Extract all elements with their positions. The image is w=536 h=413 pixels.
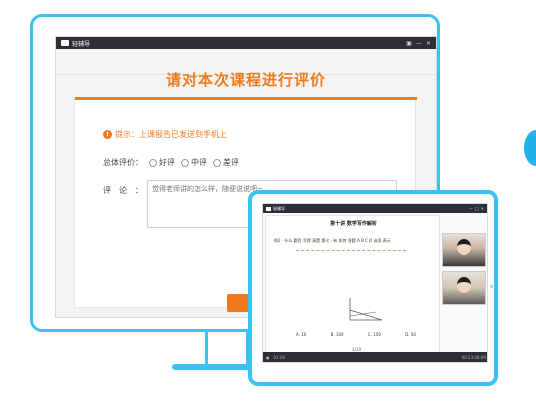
title-underline: [75, 97, 417, 100]
radio-icon[interactable]: [149, 158, 157, 167]
radio-icon[interactable]: [213, 158, 221, 167]
rating-option-label: 好评: [159, 158, 175, 167]
comment-label: 评论：: [103, 186, 151, 195]
tablet-home-dot: [490, 285, 493, 288]
rating-option-label: 差评: [223, 158, 239, 167]
question-text: 例2 · 什么 题目 写得 清楚 第七 · 有 如何 答题 A B C D 选项…: [274, 238, 391, 243]
minimize-icon[interactable]: —: [416, 40, 422, 47]
app-logo-icon: [266, 206, 271, 211]
tip-label: 提示：: [115, 130, 139, 139]
rating-option-neutral[interactable]: 中评: [181, 157, 207, 168]
radio-icon[interactable]: [181, 158, 189, 167]
student-video: [442, 271, 486, 305]
geometry-figure-icon: [349, 298, 383, 321]
decorative-arc: [524, 130, 536, 166]
rating-option-bad[interactable]: 差评: [213, 157, 239, 168]
elapsed-time: 01:00: [273, 354, 286, 360]
maximize-icon[interactable]: □: [475, 206, 479, 211]
person-icon: [457, 277, 471, 293]
answer-option-b[interactable]: B. 100: [331, 332, 344, 337]
product-illustration: 轻辅导 ▣ — ✕ 请对本次课程进行评价 ! 提示： 上课报告已发送到手机上 总…: [0, 0, 536, 413]
tablet-window-controls: — □ ✕: [469, 206, 484, 211]
rating-option-label: 中评: [191, 158, 207, 167]
answer-option-c[interactable]: C. 150: [368, 332, 381, 337]
app-titlebar: 轻辅导 ▣ — ✕: [56, 37, 436, 49]
tablet-app-name: 轻辅导: [273, 205, 285, 211]
app-name: 轻辅导: [72, 40, 91, 48]
rating-option-good[interactable]: 好评: [149, 157, 175, 168]
minimize-icon[interactable]: —: [469, 206, 473, 211]
person-icon: [457, 239, 471, 255]
close-icon[interactable]: ✕: [426, 40, 431, 47]
answer-options: A. 10 B. 100 C. 150 D. 50: [296, 332, 416, 337]
overall-rating: 总体评价： 好评 中评 差评: [103, 157, 239, 168]
info-icon: !: [103, 130, 112, 139]
session-time: 00:23:08:09: [461, 354, 486, 360]
window-controls: ▣ — ✕: [406, 40, 431, 47]
formula-line: [296, 250, 406, 255]
monitor-stand-neck: [205, 332, 249, 366]
tablet-screen: 轻辅导 — □ ✕ 第十讲 数学写作解析 例2 · 什么 题目 写得 清楚 第七…: [262, 203, 488, 363]
evaluation-title: 请对本次课程进行评价: [165, 71, 326, 89]
report-tip: ! 提示： 上课报告已发送到手机上: [103, 129, 227, 140]
close-icon[interactable]: ✕: [481, 206, 484, 211]
answer-option-d[interactable]: D. 50: [405, 332, 416, 337]
tip-text: 上课报告已发送到手机上: [139, 130, 227, 139]
lesson-whiteboard: 第十讲 数学写作解析 例2 · 什么 题目 写得 清楚 第七 · 有 如何 答题…: [265, 215, 440, 353]
lesson-title: 第十讲 数学写作解析: [330, 221, 377, 227]
tablet-titlebar: 轻辅导 — □ ✕: [263, 204, 487, 213]
rating-label: 总体评价：: [103, 158, 143, 167]
tablet-status-bar: ● 01:00 00:23:08:09: [263, 352, 487, 362]
teacher-video: [442, 233, 486, 267]
app-logo-icon: [61, 40, 69, 46]
answer-option-a[interactable]: A. 10: [296, 332, 306, 337]
maximize-icon[interactable]: ▣: [406, 40, 412, 47]
mic-icon[interactable]: ●: [266, 355, 270, 360]
